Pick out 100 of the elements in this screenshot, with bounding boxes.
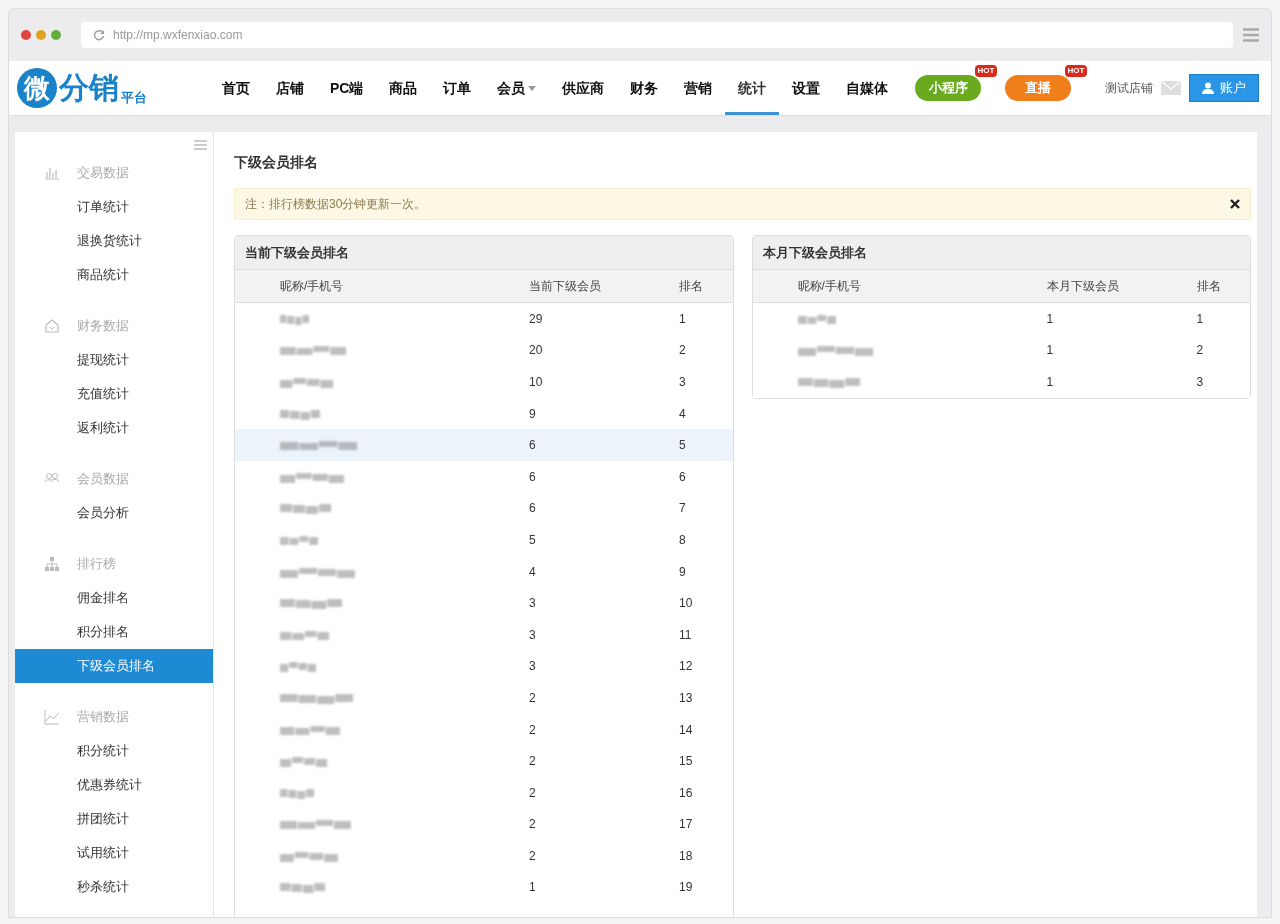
table-cell-text: 1 xyxy=(1196,310,1205,328)
table-cell-text: 4 xyxy=(679,405,687,423)
table-cell-text: 5 xyxy=(679,437,687,455)
menu-icon[interactable] xyxy=(1243,28,1259,42)
url-text: http://mp.wxfenxiao.com xyxy=(113,27,243,44)
table-cell-text: 14 xyxy=(679,721,694,739)
panel-title: 本月下级会员排名 xyxy=(752,236,1250,270)
sidebar-item[interactable]: 优惠券统计 xyxy=(15,768,213,802)
line-chart-icon xyxy=(43,709,61,725)
table-cell-text: 1 xyxy=(529,879,537,897)
nav-tab[interactable]: 首页 xyxy=(209,61,263,115)
hot-badge: HOT xyxy=(974,65,998,77)
nav-tab[interactable]: 会员 xyxy=(484,61,550,115)
sidebar-item[interactable]: 积分统计 xyxy=(15,734,213,768)
sidebar-section-title: 营销数据 xyxy=(77,708,129,727)
nav-tab[interactable]: PC端 xyxy=(317,61,377,115)
table-cell-text: 2 xyxy=(529,816,537,834)
sidebar-item[interactable]: 拼团统计 xyxy=(15,802,213,836)
table-cell-text: 2 xyxy=(679,342,687,360)
page-title: 下级会员排名 xyxy=(234,153,319,172)
table-cell-text: 17 xyxy=(679,816,694,834)
table-cell-text: 1 xyxy=(1046,374,1055,391)
hierarchy-icon xyxy=(43,556,61,572)
table-cell-text: 1 xyxy=(679,310,687,328)
sidebar-item[interactable]: 佣金排名 xyxy=(15,581,213,615)
table-cell-text: 3 xyxy=(679,374,687,391)
table-cell-text: 6 xyxy=(529,468,537,486)
column-header: 排名 xyxy=(1196,278,1222,295)
table-cell-text: 9 xyxy=(679,563,687,581)
nav-tab[interactable]: 营销 xyxy=(671,61,726,115)
table-cell-text: 2 xyxy=(529,784,537,802)
table-cell-text: 9 xyxy=(529,405,537,423)
sidebar-item[interactable]: 下级会员排名 xyxy=(15,649,213,683)
nav-tab[interactable]: 供应商 xyxy=(549,61,618,115)
nav-tab[interactable]: 商品 xyxy=(376,61,431,115)
table-cell-text: 19 xyxy=(679,879,694,897)
table-cell-text: 2 xyxy=(529,721,537,739)
house-icon xyxy=(43,318,61,334)
table-cell-text: 7 xyxy=(679,500,687,518)
reload-icon[interactable] xyxy=(93,29,105,41)
table-cell-text: 6 xyxy=(529,437,537,455)
user-icon xyxy=(1202,82,1214,94)
table-cell-text: 3 xyxy=(529,658,537,676)
table-cell-text: 11 xyxy=(679,626,693,644)
table-cell-text: 10 xyxy=(529,374,544,391)
sidebar-item[interactable]: 会员分析 xyxy=(15,496,213,530)
table-cell-text: 2 xyxy=(529,689,537,707)
sidebar-section-title: 财务数据 xyxy=(77,317,129,336)
table-cell-text: 3 xyxy=(1196,374,1205,391)
table-cell-text: 4 xyxy=(529,563,537,581)
table-cell-text: 2 xyxy=(529,847,537,865)
column-header: 昵称/手机号 xyxy=(797,278,862,295)
sidebar-section-title: 会员数据 xyxy=(77,470,129,489)
notice-text: 注：排行榜数据30分钟更新一次。 xyxy=(245,196,428,213)
sidebar-item[interactable]: 返利统计 xyxy=(15,411,213,445)
sidebar-item[interactable]: 提现统计 xyxy=(15,343,213,377)
panel-title: 当前下级会员排名 xyxy=(235,236,733,270)
nav-tab[interactable]: 订单 xyxy=(430,61,485,115)
nav-tab[interactable]: 统计 xyxy=(725,61,780,115)
table-cell-text: 29 xyxy=(529,310,544,328)
close-icon[interactable] xyxy=(1230,199,1240,209)
table-cell-text: 1 xyxy=(1046,310,1055,328)
table-cell-text: 3 xyxy=(529,626,537,644)
sidebar-item[interactable]: 秒杀统计 xyxy=(15,870,213,904)
table-cell-text: 10 xyxy=(679,595,694,613)
column-header: 本月下级会员 xyxy=(1046,278,1120,295)
store-name[interactable]: 测试店铺 xyxy=(1105,79,1153,97)
nav-tab[interactable]: 自媒体 xyxy=(833,61,902,115)
hot-badge: HOT xyxy=(1064,65,1088,77)
table-cell-text: 18 xyxy=(679,847,694,865)
sidebar-item[interactable]: 试用统计 xyxy=(15,836,213,870)
table-cell-text: 16 xyxy=(679,784,694,802)
table-cell-text: 6 xyxy=(529,500,537,518)
table-cell-text: 6 xyxy=(679,468,687,486)
table-cell-text: 5 xyxy=(529,531,537,549)
table-cell-text: 15 xyxy=(679,753,694,771)
sidebar-item[interactable]: 商品统计 xyxy=(15,258,213,292)
sidebar-item[interactable]: 充值统计 xyxy=(15,377,213,411)
sidebar-section-title: 排行榜 xyxy=(77,555,116,574)
column-header: 当前下级会员 xyxy=(529,278,602,295)
table-cell-text: 13 xyxy=(679,689,694,707)
table-cell-text: 2 xyxy=(529,753,537,771)
nav-tab[interactable]: 设置 xyxy=(779,61,834,115)
collapse-menu-icon[interactable] xyxy=(194,140,207,150)
sidebar-item[interactable]: 退换货统计 xyxy=(15,224,213,258)
column-header: 排名 xyxy=(679,278,704,295)
sidebar-item[interactable]: 订单统计 xyxy=(15,190,213,224)
table-cell-text: 20 xyxy=(529,342,544,360)
sidebar-item[interactable]: 积分排名 xyxy=(15,615,213,649)
nav-tab[interactable]: 店铺 xyxy=(263,61,317,115)
bar-chart-icon xyxy=(43,165,61,181)
table-cell-text: 2 xyxy=(1196,342,1205,360)
nav-tab[interactable]: 财务 xyxy=(617,61,672,115)
sidebar-section-title: 交易数据 xyxy=(77,164,129,183)
table-cell-text: 1 xyxy=(1046,342,1055,360)
column-header: 昵称/手机号 xyxy=(280,278,345,295)
caret-icon xyxy=(528,85,537,91)
mail-icon[interactable] xyxy=(1161,81,1181,95)
table-cell-text: 3 xyxy=(529,595,537,613)
table-cell-text: 8 xyxy=(679,531,687,549)
